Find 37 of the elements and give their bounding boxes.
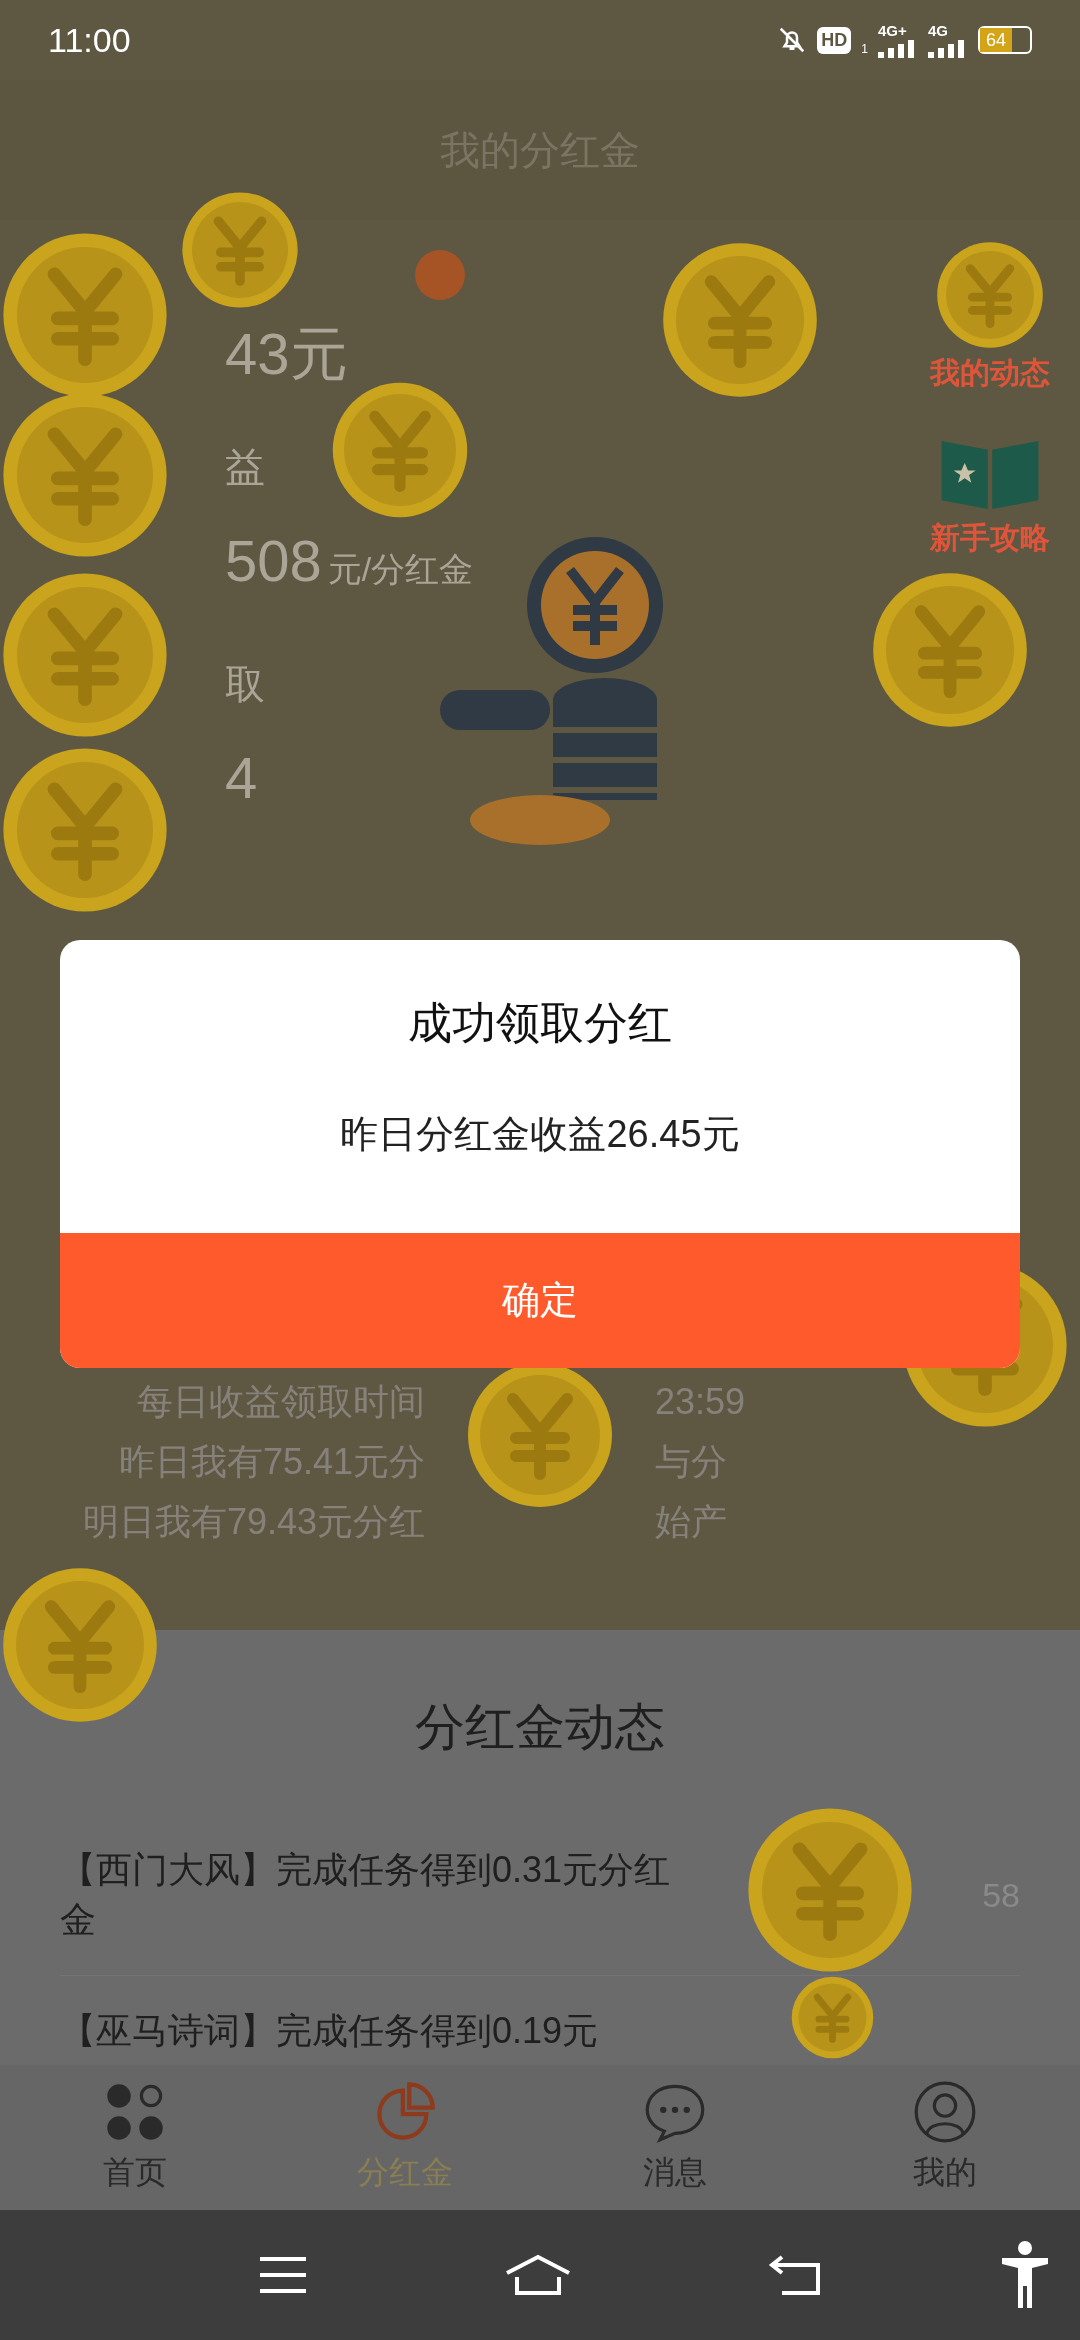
hd-badge: HD xyxy=(817,26,852,54)
dialog-title: 成功领取分红 xyxy=(407,997,673,1049)
stat-unit: 元/分红金 xyxy=(327,549,474,590)
stat-text: 43元 xyxy=(225,320,348,388)
coin-icon xyxy=(935,240,1045,350)
accessibility-icon[interactable] xyxy=(1000,2240,1050,2310)
coin-icon xyxy=(870,570,1030,730)
stat-text: 益 xyxy=(225,444,265,491)
coin-icon xyxy=(180,190,300,310)
coin-icon xyxy=(0,570,170,740)
coin-icon xyxy=(330,380,470,520)
user-icon xyxy=(913,2079,977,2144)
sim-label: 1 xyxy=(861,40,868,58)
coin-icon xyxy=(0,1565,160,1725)
side-link[interactable]: 新手攻略 xyxy=(930,435,1050,560)
stat-text: 508 xyxy=(225,527,322,595)
section-title: 分红金动态 xyxy=(415,1698,665,1757)
network-label: 4G+ xyxy=(878,22,907,38)
nav-tab[interactable]: 消息 xyxy=(540,2065,810,2210)
nav-tab[interactable]: 我的 xyxy=(810,2065,1080,2210)
feed-item-text: 【巫马诗词】完成任务得到0.19元 xyxy=(60,2009,600,2053)
battery-label: 64 xyxy=(980,28,1012,52)
home-icon[interactable] xyxy=(503,2253,573,2297)
side-link[interactable]: 我的动态 xyxy=(930,240,1050,395)
coin-icon xyxy=(660,240,820,400)
stat-text: 取 xyxy=(225,661,265,708)
menu-icon[interactable] xyxy=(257,2255,308,2295)
dialog-message: 昨日分红金收益26.45元 xyxy=(339,1112,741,1157)
feed-item-text: 【西门大风】完成任务得到0.31元分红金 xyxy=(60,1848,672,1942)
status-time: 11:00 xyxy=(48,19,131,61)
confirm-button[interactable]: 确定 xyxy=(60,1233,1020,1368)
stat-text: 4 xyxy=(225,744,258,812)
badge-dot xyxy=(415,250,465,300)
nav-tab[interactable]: 首页 xyxy=(0,2065,270,2210)
network-label: 4G xyxy=(928,22,948,38)
coin-icon xyxy=(0,745,170,915)
back-icon[interactable] xyxy=(768,2253,823,2297)
